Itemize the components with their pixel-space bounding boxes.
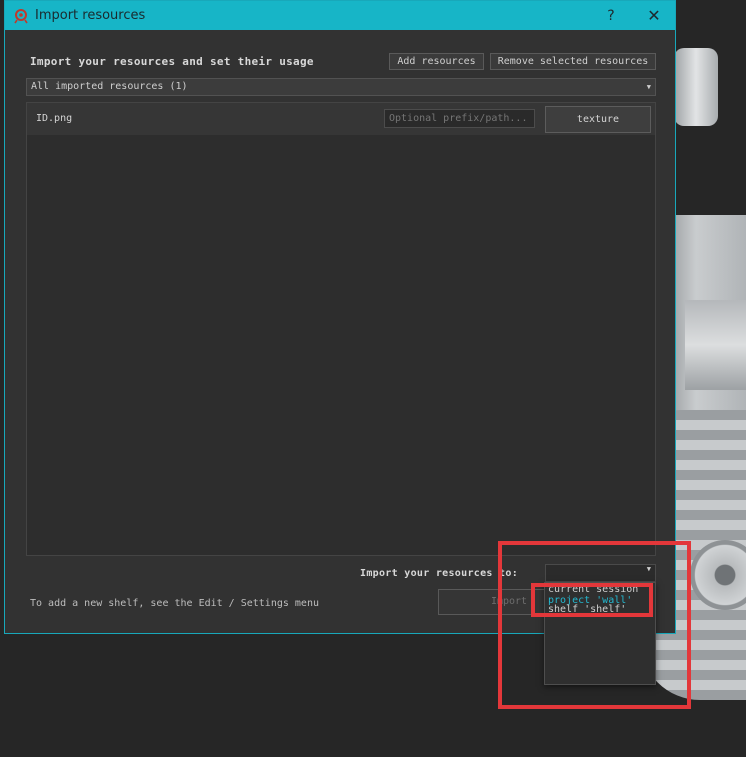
import-resources-dialog: Import resources ? ✕ Import your resourc…: [4, 0, 676, 634]
dialog-heading: Import your resources and set their usag…: [30, 55, 314, 68]
prefix-path-input[interactable]: [384, 109, 535, 128]
resource-row[interactable]: ID.png texture: [27, 103, 655, 135]
usage-button[interactable]: texture: [545, 106, 651, 133]
close-button[interactable]: ✕: [643, 5, 665, 27]
app-logo-icon: [14, 9, 28, 24]
resource-list[interactable]: ID.png texture: [26, 102, 656, 556]
window-title: Import resources: [35, 8, 146, 23]
resource-filter-dropdown[interactable]: All imported resources (1) ▼: [26, 78, 656, 96]
remove-selected-resources-button[interactable]: Remove selected resources: [490, 53, 656, 70]
annotation-box-inner: [531, 583, 653, 617]
model-cylinder: [674, 48, 718, 126]
shelf-hint-text: To add a new shelf, see the Edit / Setti…: [30, 598, 319, 609]
dropdown-arrow-icon: ▼: [646, 83, 651, 91]
annotation-box-outer: [498, 541, 691, 709]
import-target-label: Import your resources to:: [360, 568, 519, 579]
resource-name: ID.png: [36, 113, 73, 124]
help-button[interactable]: ?: [600, 5, 622, 27]
add-resources-button[interactable]: Add resources: [389, 53, 484, 70]
title-bar[interactable]: Import resources ? ✕: [5, 1, 675, 30]
model-arm: [685, 300, 746, 390]
filter-selected-value: All imported resources (1): [31, 81, 188, 92]
